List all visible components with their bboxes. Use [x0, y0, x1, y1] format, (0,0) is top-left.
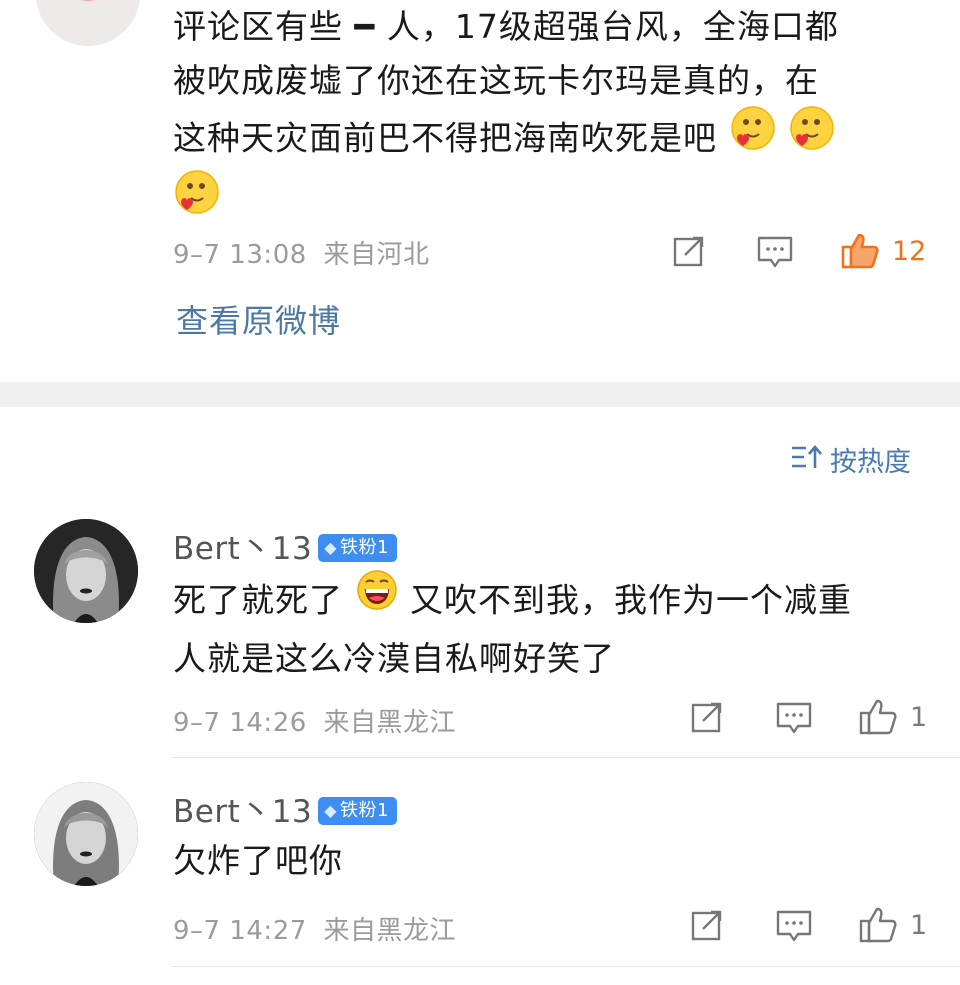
laughing-emoji-icon [355, 568, 399, 628]
comment-icon[interactable] [775, 700, 813, 740]
fan-badge-label: 铁粉1 [340, 799, 389, 821]
comment-line: 评论区有些 ━ 人，17级超强台风，全海口都 [173, 7, 839, 46]
comment-line-text: 死了就死了 [173, 580, 343, 620]
section-divider [0, 382, 960, 407]
comment-divider [172, 757, 960, 758]
share-icon[interactable] [690, 908, 724, 946]
avatar[interactable] [36, 0, 140, 46]
diamond-icon: ◆ [324, 800, 337, 820]
comment-location: 来自河北 [323, 240, 430, 270]
username-text: Bert丶13 [173, 794, 313, 830]
username-text: Bert丶13 [173, 531, 313, 567]
comment-line-text: 又吹不到我，我作为一个减重 [410, 580, 852, 620]
comment-line: 这种天灾面前巴不得把海南吹死是吧 [173, 106, 933, 172]
sort-label: 按热度 [830, 447, 911, 478]
comment-text: 欠炸了吧你 [173, 834, 933, 888]
comment-icon[interactable] [756, 234, 794, 274]
fan-badge: ◆ 铁粉1 [318, 533, 397, 562]
like-count: 1 [910, 702, 928, 733]
comment-location: 来自黑龙江 [323, 916, 457, 946]
sort-toggle[interactable]: 按热度 [790, 440, 911, 480]
like-icon[interactable] [858, 695, 900, 741]
comment-line: 死了就死了 又吹不到我，我作为一个减重 [173, 570, 933, 632]
comment-line: 人就是这么冷漠自私啊好笑了 [173, 639, 615, 678]
comment-meta: 9–7 13:08 来自河北 [173, 234, 430, 271]
comment-icon[interactable] [775, 908, 813, 948]
view-original-link[interactable]: 查看原微博 [176, 296, 341, 342]
comment-text: 评论区有些 ━ 人，17级超强台风，全海口都 被吹成废墟了你还在这玩卡尔玛是真的… [173, 0, 933, 236]
fan-badge-label: 铁粉1 [340, 536, 389, 558]
username[interactable]: Bert丶13 ◆ 铁粉1 [173, 523, 397, 568]
blush-emoji-icon [173, 168, 221, 232]
comment-line [173, 170, 933, 236]
share-icon[interactable] [672, 234, 706, 272]
like-count: 12 [892, 236, 927, 267]
sort-icon [790, 444, 824, 477]
comment-meta: 9–7 14:27 来自黑龙江 [173, 910, 456, 947]
username[interactable]: Bert丶13 ◆ 铁粉1 [173, 786, 397, 831]
like-count: 1 [910, 910, 928, 941]
blush-emoji-icon [788, 104, 836, 168]
like-icon[interactable] [840, 229, 882, 275]
like-icon[interactable] [858, 903, 900, 949]
comment-divider [172, 966, 960, 967]
comment-line: 被吹成废墟了你还在这玩卡尔玛是真的，在 [173, 61, 819, 100]
comment-time: 9–7 14:27 [173, 916, 307, 946]
diamond-icon: ◆ [324, 537, 337, 557]
comment-time: 9–7 13:08 [173, 240, 307, 270]
comment-line-text: 这种天灾面前巴不得把海南吹死是吧 [173, 118, 717, 158]
avatar[interactable] [34, 782, 138, 886]
comment-location: 来自黑龙江 [323, 708, 457, 738]
comment-time: 9–7 14:26 [173, 708, 307, 738]
comment-text: 死了就死了 又吹不到我，我作为一个减重 人就是这么冷漠自私啊好笑了 [173, 570, 933, 686]
avatar[interactable] [34, 519, 138, 623]
blush-emoji-icon [729, 104, 777, 168]
comment-line: 欠炸了吧你 [173, 841, 343, 880]
share-icon[interactable] [690, 700, 724, 738]
comment-meta: 9–7 14:26 来自黑龙江 [173, 702, 456, 739]
fan-badge: ◆ 铁粉1 [318, 796, 397, 825]
